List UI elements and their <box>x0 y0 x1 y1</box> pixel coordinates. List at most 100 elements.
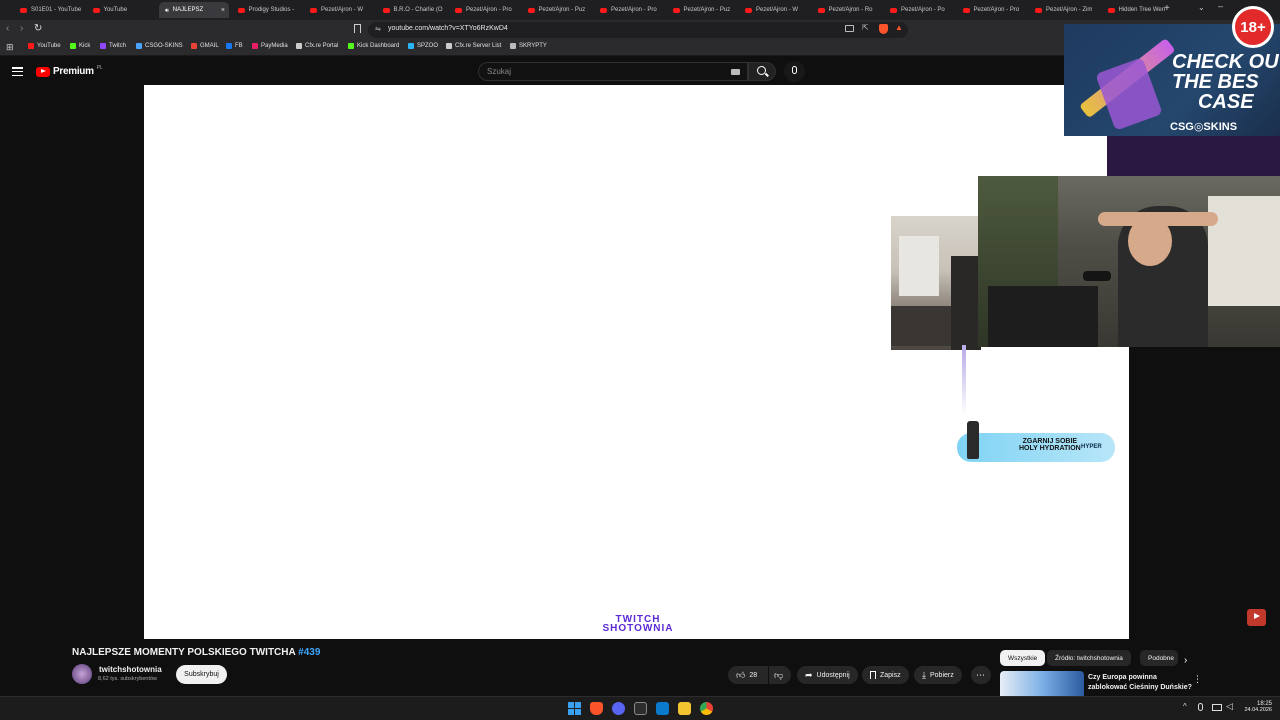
bookmark-label: YouTube <box>37 43 61 49</box>
tray-chevron-icon[interactable]: ^ <box>1183 702 1187 711</box>
forward-icon[interactable]: › <box>20 23 23 34</box>
bookmark-item[interactable]: SPZOO <box>408 43 438 49</box>
clock[interactable]: 18:25 24.04.2026 <box>1238 701 1272 713</box>
browser-tab[interactable]: Hidden Tree Wen <box>1102 2 1172 18</box>
browser-tab[interactable]: Pezet/Ajron - Pro <box>594 2 664 18</box>
bookmark-item[interactable]: SKRYPTY <box>510 43 547 49</box>
more-actions-button[interactable]: ⋯ <box>971 666 991 684</box>
hyper-hydration-banner: ZGARNIJ SOBIE HOLY HYDRATION HYPER <box>957 421 1115 462</box>
search-input[interactable]: Szukaj <box>478 62 748 81</box>
vscode-icon[interactable] <box>656 702 669 715</box>
bookmark-item[interactable]: FB <box>226 43 243 49</box>
bookmark-page-icon[interactable] <box>354 24 361 33</box>
next-video-menu-icon[interactable]: ⋮ <box>1193 674 1202 685</box>
dislike-button[interactable]: 👎︎ <box>769 666 791 684</box>
browser-tab[interactable]: Pezet/Ajron - Puz <box>522 2 592 18</box>
bookmark-label: CSGO-SKINS <box>145 43 183 49</box>
bookmark-item[interactable]: Cfx.re Portal <box>296 43 338 49</box>
browser-tab[interactable]: 🔊︎ NAJLEPSZ × <box>159 2 229 18</box>
next-video-title-line-1: Czy Europa powinna <box>1088 674 1157 681</box>
youtube-favicon-icon <box>890 7 897 13</box>
brave-shields-icon[interactable] <box>879 24 888 34</box>
site-info-icon[interactable]: ⇋ <box>375 25 381 33</box>
monitor-tray-icon[interactable] <box>1212 704 1222 711</box>
filter-chip[interactable]: Źródło: twitchshotownia <box>1047 650 1131 666</box>
bookmark-item[interactable]: CSGO-SKINS <box>136 43 183 49</box>
download-button[interactable]: ⤓ Pobierz <box>914 666 962 684</box>
filter-chip[interactable]: Wszystkie <box>1000 650 1046 666</box>
channel-name[interactable]: twitchshotownia <box>99 665 162 674</box>
filter-chip[interactable]: Podobne <box>1140 650 1178 666</box>
keyboard-icon[interactable] <box>731 69 740 75</box>
youtube-favicon-icon <box>1107 7 1115 13</box>
reload-icon[interactable]: ↻ <box>34 23 42 34</box>
share-label: Udostępnij <box>816 671 850 679</box>
browser-tab[interactable]: Pezet/Ajron - Ro <box>812 2 882 18</box>
minimize-icon[interactable]: – <box>1218 1 1223 11</box>
next-video-thumbnail[interactable] <box>1000 671 1084 696</box>
video-hashtag[interactable]: #439 <box>298 647 320 658</box>
brave-rewards-icon[interactable]: ▲ <box>895 23 903 32</box>
chips-next-chevron-icon[interactable]: › <box>1184 655 1187 666</box>
bookmark-item[interactable]: Twitch <box>100 43 126 49</box>
video-player[interactable]: ZGARNIJ SOBIE HOLY HYDRATION HYPER TWITC… <box>144 85 1129 639</box>
search-button[interactable] <box>748 62 776 81</box>
windows-taskbar: ^ ◁ 18:25 24.04.2026 <box>0 696 1280 720</box>
new-tab-button[interactable]: + <box>1164 3 1170 14</box>
discord-icon[interactable] <box>612 702 625 715</box>
close-tab-icon[interactable]: × <box>221 7 225 14</box>
brave-browser-icon[interactable] <box>590 702 603 715</box>
thumbs-down-icon: 👎︎ <box>774 669 784 680</box>
browser-tab[interactable]: Pezet/Ajron - W <box>304 2 374 18</box>
save-button[interactable]: Zapisz <box>862 666 909 684</box>
like-button[interactable]: 👍︎ 28 <box>728 666 768 684</box>
windows-start-icon[interactable] <box>568 702 581 715</box>
bookmark-item[interactable]: Kick <box>70 43 90 49</box>
hydration-line-1: ZGARNIJ SOBIE <box>1022 438 1078 445</box>
file-explorer-icon[interactable] <box>678 702 691 715</box>
bookmark-item[interactable]: GMAIL <box>191 43 219 49</box>
subscribe-button[interactable]: Subskrybuj <box>176 665 227 684</box>
share-button[interactable]: ➦ Udostępnij <box>797 666 858 684</box>
logo-text: Premium <box>53 66 94 77</box>
next-video-title[interactable]: Czy Europa powinna zablokować Cieśniny D… <box>1088 673 1192 693</box>
browser-tab[interactable]: Pezet/Ajron - Zim <box>1029 2 1099 18</box>
browser-tab[interactable]: B.R.O - Charlie (O <box>377 2 447 18</box>
more-icon: ⋯ <box>976 669 985 680</box>
browser-tab[interactable]: Pezet/Ajron - W <box>739 2 809 18</box>
ad-text-line-1: CHECK OU <box>1172 51 1279 73</box>
browser-tab[interactable]: Prodigy Studios - <box>232 2 302 18</box>
install-app-icon[interactable] <box>845 25 854 32</box>
app-icon[interactable] <box>634 702 647 715</box>
chrome-icon[interactable] <box>700 702 713 715</box>
back-icon[interactable]: ‹ <box>6 23 9 34</box>
hydration-line-2: HOLY HYDRATION <box>1019 445 1081 452</box>
browser-tab[interactable]: Pezet/Ajron - Pro <box>449 2 519 18</box>
volume-tray-icon[interactable]: ◁ <box>1226 701 1233 712</box>
share-page-icon[interactable]: ⇱ <box>862 23 869 32</box>
youtube-favicon-icon <box>20 7 27 13</box>
bookmark-item[interactable]: Kick Dashboard <box>348 43 399 49</box>
apps-grid-icon[interactable]: ⊞ <box>6 42 14 53</box>
ad-brand: CSG◎SKINS <box>1170 121 1238 133</box>
bookmark-item[interactable]: YouTube <box>28 43 61 49</box>
youtube-corner-watermark-icon[interactable] <box>1247 609 1266 626</box>
youtube-favicon-icon <box>310 7 317 13</box>
browser-tab[interactable]: Pezet/Ajron - Pro <box>957 2 1027 18</box>
channel-avatar[interactable] <box>72 664 92 684</box>
microphone-tray-icon[interactable] <box>1198 703 1203 711</box>
tab-search-chevron-icon[interactable]: ⌄ <box>1198 3 1205 12</box>
browser-tab[interactable]: Pezet/Ajron - Po <box>884 2 954 18</box>
url-field[interactable]: ⇋ youtube.com/watch?v=XTYo6RzKwD4 <box>368 22 908 38</box>
thumbs-up-icon: 👍︎ <box>736 669 746 680</box>
voice-search-button[interactable] <box>784 61 805 82</box>
browser-tab[interactable]: Pezet/Ajron - Puz <box>667 2 737 18</box>
tab-label: Pezet/Ajron - Po <box>901 7 945 13</box>
menu-icon[interactable] <box>12 67 23 77</box>
youtube-favicon-icon <box>382 7 390 13</box>
browser-tab[interactable]: YouTube <box>87 2 157 18</box>
browser-tab[interactable]: S01E01 - YouTube <box>14 2 84 18</box>
bookmark-item[interactable]: Cfx.re Server List <box>446 43 501 49</box>
bookmark-item[interactable]: PayMedia <box>252 43 288 49</box>
youtube-premium-logo[interactable]: Premium PL <box>36 65 103 77</box>
